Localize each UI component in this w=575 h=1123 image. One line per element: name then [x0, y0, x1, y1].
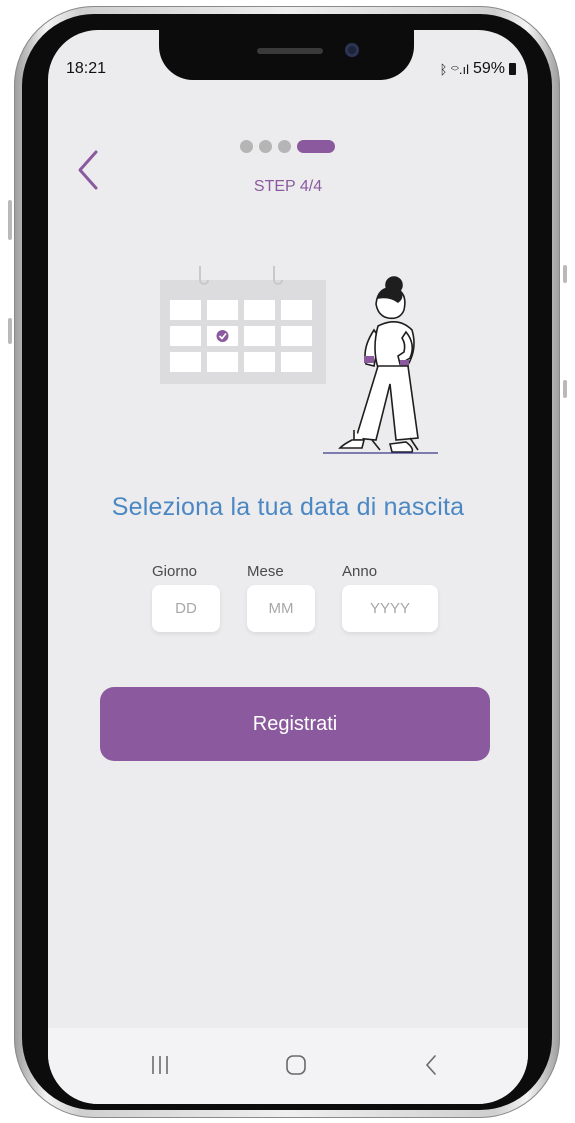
- month-input[interactable]: [247, 585, 315, 632]
- signal-icon: ᛒ ⌔.ıl: [439, 61, 469, 77]
- side-button: [563, 265, 567, 283]
- speaker: [257, 48, 323, 54]
- woman-figure: [338, 276, 419, 453]
- calendar-icon: [160, 266, 326, 384]
- side-button: [563, 380, 567, 398]
- home-button[interactable]: [276, 1050, 316, 1080]
- android-nav-bar: [48, 1028, 528, 1104]
- day-label: Giorno: [152, 563, 198, 580]
- check-circle-icon: [216, 330, 229, 342]
- step-dot-2: [259, 140, 272, 153]
- recents-button[interactable]: [140, 1050, 180, 1080]
- side-button: [8, 200, 12, 240]
- recents-icon: [152, 1056, 168, 1074]
- notch: [159, 30, 414, 80]
- day-input[interactable]: [152, 585, 220, 632]
- nav-back-button[interactable]: [412, 1050, 452, 1080]
- nav-back-icon: [425, 1055, 436, 1075]
- home-icon: [286, 1055, 306, 1075]
- step-dot-3: [278, 140, 291, 153]
- page-title: Seleziona la tua data di nascita: [111, 493, 465, 521]
- step-label: STEP 4/4: [253, 178, 323, 195]
- calendar-illustration: [160, 266, 438, 454]
- side-button: [8, 318, 12, 344]
- battery-percent: 59%: [472, 60, 505, 77]
- year-label: Anno: [342, 563, 378, 580]
- status-time: 18:21: [66, 60, 107, 77]
- step-dot-1: [240, 140, 253, 153]
- register-button[interactable]: Registrati: [100, 687, 490, 761]
- step-dot-4-active: [297, 140, 335, 153]
- status-icons: ᛒ ⌔.ıl 59%: [440, 60, 516, 78]
- month-label: Mese: [247, 563, 284, 580]
- app-screen: 18:21 ᛒ ⌔.ıl 59% STEP 4/4 Seleziona la t…: [48, 30, 528, 1104]
- front-camera: [345, 43, 359, 57]
- battery-icon: [509, 63, 516, 75]
- step-indicator: [240, 140, 335, 153]
- year-input[interactable]: [342, 585, 438, 632]
